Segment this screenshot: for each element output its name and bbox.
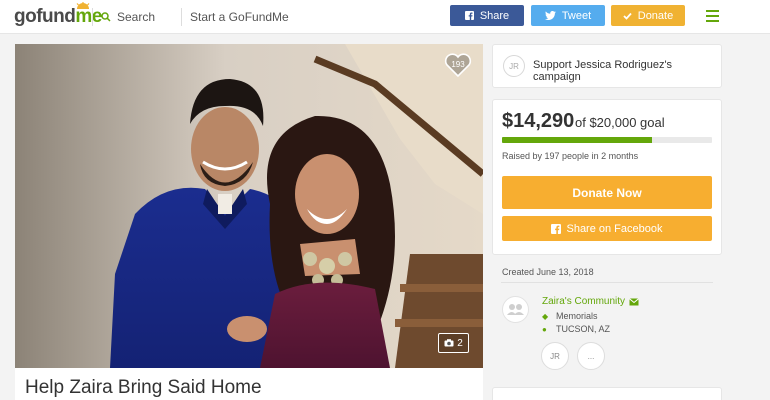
category-row: ◆ Memorials: [542, 311, 598, 321]
donate-label: Donate: [637, 9, 674, 22]
support-campaign-card[interactable]: JR Support Jessica Rodriguez's campaign: [492, 44, 722, 88]
organizer-avatar-small[interactable]: JR: [541, 342, 569, 370]
support-campaign-text[interactable]: Support Jessica Rodriguez's campaign: [533, 59, 721, 83]
envelope-icon[interactable]: [629, 297, 639, 306]
community-link[interactable]: Zaira's Community: [542, 296, 639, 307]
campaign-info-section: Created June 13, 2018 Zaira's Community …: [492, 257, 722, 377]
logo-text-gofund: gofund: [14, 6, 76, 27]
tweet-button[interactable]: Tweet: [531, 5, 605, 26]
facebook-share-button[interactable]: Share: [450, 5, 524, 26]
camera-icon: [444, 339, 454, 347]
twitter-icon: [544, 11, 556, 20]
location-pin-icon: ●: [542, 324, 547, 334]
tag-icon: ◆: [542, 311, 549, 321]
location-label: TUCSON, AZ: [556, 324, 611, 334]
donate-button-top[interactable]: Donate: [611, 5, 685, 26]
header-divider: [181, 8, 182, 26]
search-link[interactable]: Search: [101, 10, 155, 24]
header-divider: [92, 8, 93, 26]
section-divider: [501, 282, 713, 283]
facebook-icon: [464, 11, 474, 20]
sun-icon: [76, 2, 90, 9]
share-on-facebook-button[interactable]: Share on Facebook: [502, 216, 712, 241]
search-label: Search: [117, 10, 156, 24]
group-icon: [507, 304, 524, 315]
campaign-title-card: Help Zaira Bring Said Home: [15, 368, 483, 400]
share-label: Share: [479, 9, 510, 22]
start-gofundme-link[interactable]: Start a GoFundMe: [190, 10, 289, 24]
tweet-label: Tweet: [561, 9, 592, 22]
photo-count: 2: [457, 337, 463, 349]
couple-photo-illustration: [15, 44, 483, 368]
progress-bar-fill: [502, 137, 653, 143]
donate-now-button[interactable]: Donate Now: [502, 176, 712, 209]
top-navigation: gofundme Search Start a GoFundMe Share T…: [0, 0, 770, 34]
share-facebook-label: Share on Facebook: [566, 222, 663, 235]
campaign-title: Help Zaira Bring Said Home: [25, 377, 262, 398]
heart-count: 193: [451, 60, 465, 69]
raised-by-text: Raised by 197 people in 2 months: [502, 151, 639, 161]
category-label[interactable]: Memorials: [556, 311, 598, 321]
goal-amount: of $20,000 goal: [575, 115, 665, 130]
facebook-icon: [551, 223, 562, 234]
checkmark-icon: [623, 12, 632, 20]
hamburger-menu-icon[interactable]: [706, 10, 719, 22]
next-card: [492, 387, 722, 400]
community-avatar[interactable]: [502, 296, 529, 323]
organizer-avatar: JR: [503, 55, 525, 77]
created-date: Created June 13, 2018: [502, 267, 594, 277]
campaign-photo[interactable]: [15, 44, 483, 368]
location-row: ● TUCSON, AZ: [542, 324, 610, 334]
amount-raised: $14,290: [502, 110, 575, 132]
community-name: Zaira's Community: [542, 296, 626, 307]
photo-gallery-button[interactable]: 2: [438, 333, 469, 353]
donation-card: $14,290 of $20,000 goal Raised by 197 pe…: [492, 99, 722, 255]
more-organizers-button[interactable]: ...: [577, 342, 605, 370]
search-icon: [101, 12, 111, 22]
progress-bar: [502, 137, 712, 143]
gofundme-logo[interactable]: gofundme: [14, 2, 102, 28]
